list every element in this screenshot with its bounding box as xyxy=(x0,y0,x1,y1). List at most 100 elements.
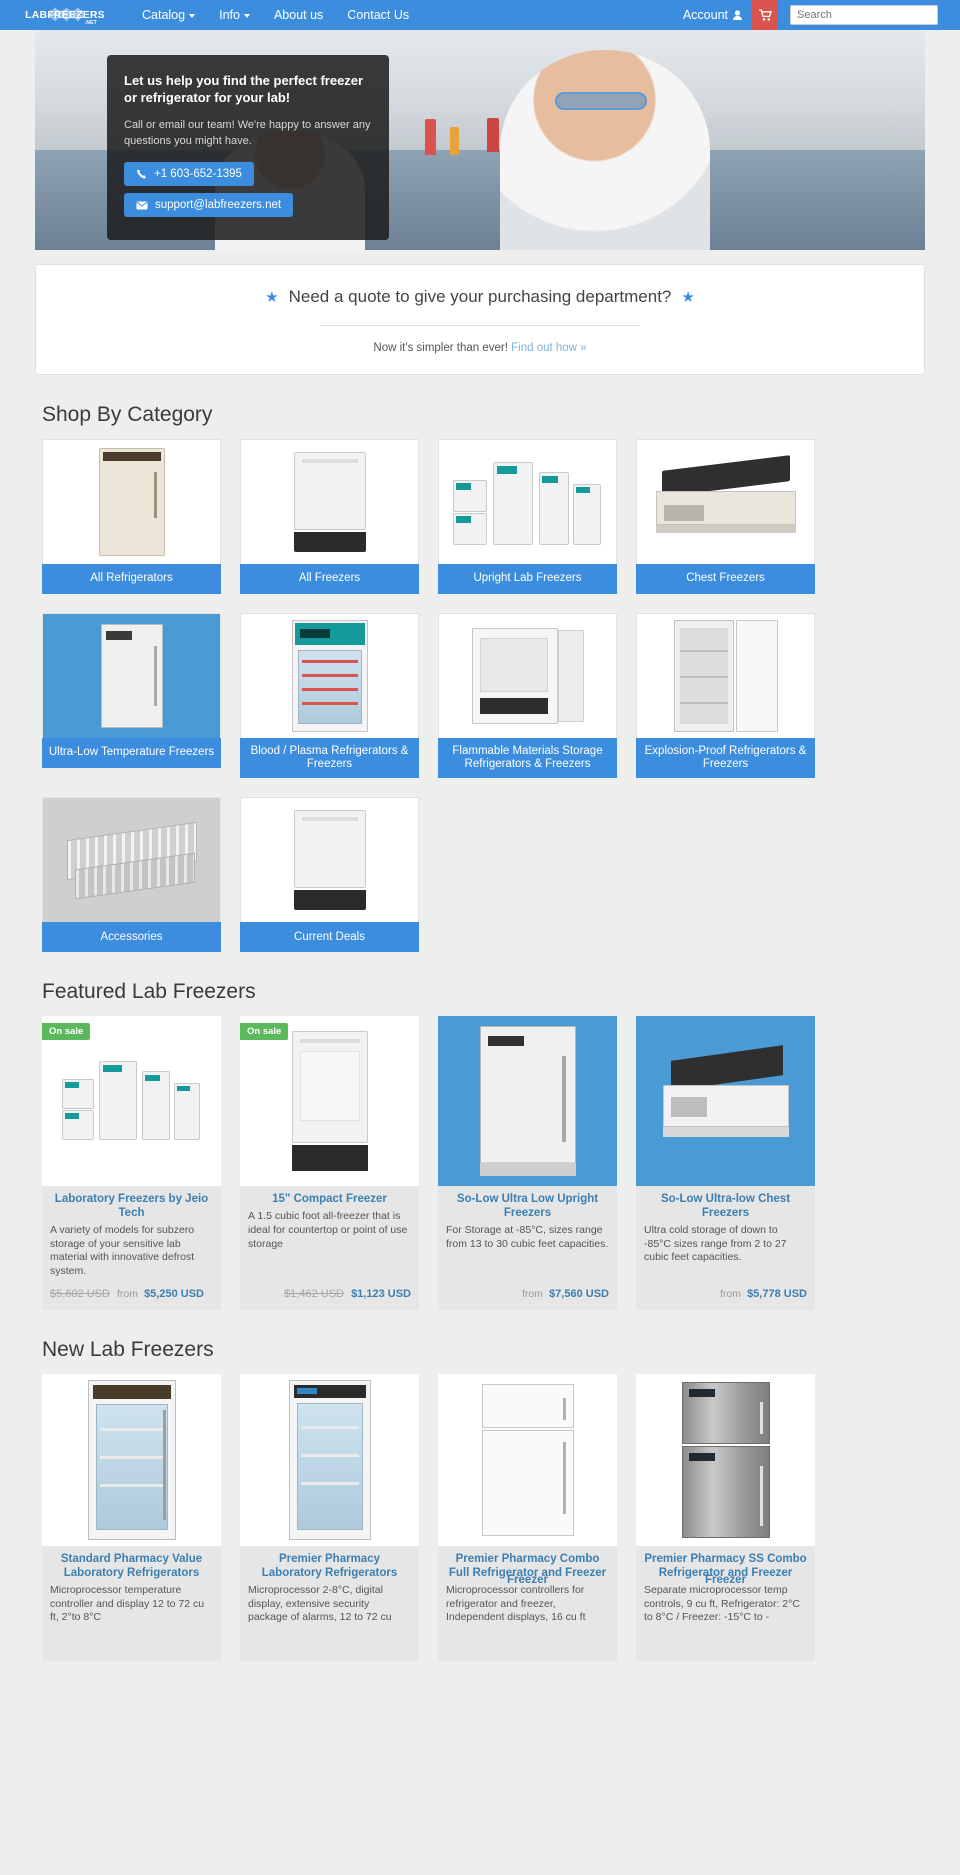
category-button-label[interactable]: Chest Freezers xyxy=(636,564,815,594)
group-teal-illustration xyxy=(61,1051,202,1151)
category-image xyxy=(438,613,617,738)
phone-icon xyxy=(137,169,146,179)
product-image xyxy=(42,1374,221,1547)
category-button-label[interactable]: Flammable Materials Storage Refrigerator… xyxy=(438,738,617,779)
category-cell-ultra-low-temperature-freezers[interactable]: Ultra-Low Temperature Freezers xyxy=(42,613,221,778)
category-image xyxy=(240,439,419,564)
product-image xyxy=(240,1374,419,1547)
hero-email-button[interactable]: support@labfreezers.net xyxy=(124,193,294,218)
product-card[interactable]: Premier Pharmacy SS Combo Refrigerator a… xyxy=(636,1374,815,1662)
hero-section-wrapper: Let us help you find the perfect freezer… xyxy=(0,30,960,250)
product-description: Separate microprocessor temp controls, 9… xyxy=(644,1584,800,1624)
combo-steel-illustration xyxy=(681,1382,770,1539)
chest-open-illustration xyxy=(655,455,796,541)
account-link[interactable]: Account xyxy=(673,0,752,30)
product-title[interactable]: Standard Pharmacy Value Laboratory Refri… xyxy=(50,1553,213,1581)
hero-phone-button[interactable]: +1 603-652-1395 xyxy=(124,162,254,187)
search-input[interactable] xyxy=(790,5,938,25)
product-title[interactable]: 15" Compact Freezer xyxy=(248,1193,411,1207)
cart-button[interactable] xyxy=(752,0,778,30)
category-grid-spacer xyxy=(636,797,815,952)
user-icon xyxy=(733,10,742,20)
category-button-label[interactable]: All Freezers xyxy=(240,564,419,594)
category-image xyxy=(42,797,221,923)
top-navigation-bar: LABFREEZERS ❄❄❄ .NET Catalog Info About … xyxy=(0,0,960,30)
featured-lab-freezers-title: Featured Lab Freezers xyxy=(42,980,256,1004)
category-button-label[interactable]: Accessories xyxy=(42,922,221,953)
category-cell-upright-lab-freezers[interactable]: Upright Lab Freezers xyxy=(438,439,617,594)
product-price-row: from $5,778 USD xyxy=(644,1279,807,1302)
product-price-current: $7,560 USD xyxy=(549,1287,609,1300)
category-button-label[interactable]: Explosion-Proof Refrigerators & Freezers xyxy=(636,738,815,779)
category-cell-blood-plasma-refrigerators-freezers[interactable]: Blood / Plasma Refrigerators & Freezers xyxy=(240,613,419,779)
product-price-from: from xyxy=(720,1287,741,1300)
ult-blue-illustration xyxy=(100,624,163,728)
category-image xyxy=(438,439,617,564)
safety-goggles xyxy=(555,92,647,110)
quote-card: ★ Need a quote to give your purchasing d… xyxy=(35,264,925,375)
category-cell-current-deals[interactable]: Current Deals xyxy=(240,797,419,953)
product-title[interactable]: Laboratory Freezers by Jeio Tech xyxy=(50,1193,213,1221)
category-cell-all-refrigerators[interactable]: All Refrigerators xyxy=(42,439,221,594)
logo-text: LABFREEZERS ❄❄❄ .NET xyxy=(25,7,105,26)
envelope-icon xyxy=(136,201,148,210)
nav-item-info[interactable]: Info xyxy=(207,0,262,30)
glass-door-premier-illustration xyxy=(288,1380,371,1541)
category-button-label[interactable]: All Refrigerators xyxy=(42,564,221,594)
product-price-from: from xyxy=(522,1287,543,1300)
category-button-label[interactable]: Ultra-Low Temperature Freezers xyxy=(42,738,221,768)
product-card[interactable]: Premier Pharmacy Laboratory Refrigerator… xyxy=(240,1374,419,1662)
lab-bottle xyxy=(487,118,499,152)
product-image xyxy=(438,1374,617,1547)
nav-item-about-us[interactable]: About us xyxy=(262,0,335,30)
upright-cream-illustration xyxy=(98,448,165,556)
product-description: A variety of models for subzero storage … xyxy=(50,1224,195,1277)
site-logo[interactable]: LABFREEZERS ❄❄❄ .NET xyxy=(0,0,130,30)
quote-heading-row: ★ Need a quote to give your purchasing d… xyxy=(56,287,904,307)
quote-heading: Need a quote to give your purchasing dep… xyxy=(288,287,672,306)
compact-white-illustration xyxy=(293,452,366,552)
scientist-foreground xyxy=(500,50,710,250)
find-out-how-link[interactable]: Find out how » xyxy=(511,342,586,354)
star-icon: ★ xyxy=(265,289,279,306)
nav-links: Catalog Info About us Contact Us xyxy=(130,0,421,30)
new-lab-freezers-title: New Lab Freezers xyxy=(42,1338,214,1362)
product-title-overlap-text: Freezer xyxy=(507,1574,548,1587)
category-cell-accessories[interactable]: Accessories xyxy=(42,797,221,953)
product-title[interactable]: Premier Pharmacy Laboratory Refrigerator… xyxy=(248,1553,411,1581)
shop-by-category-title: Shop By Category xyxy=(42,403,213,426)
product-card[interactable]: Standard Pharmacy Value Laboratory Refri… xyxy=(42,1374,221,1662)
lab-bottle xyxy=(425,119,436,155)
logo-freezers: FREEZERS xyxy=(47,8,105,21)
glass-door-illustration xyxy=(87,1380,176,1541)
product-card[interactable]: Premier Pharmacy Combo Full Refrigerator… xyxy=(438,1374,617,1662)
category-cell-explosion-proof[interactable]: Explosion-Proof Refrigerators & Freezers xyxy=(636,613,815,779)
product-card[interactable]: So-Low Ultra Low Upright Freezers For St… xyxy=(438,1016,617,1311)
product-description: Microprocessor 2-8°C, digital display, e… xyxy=(248,1584,392,1624)
product-info: So-Low Ultra Low Upright Freezers For St… xyxy=(438,1186,617,1311)
category-image xyxy=(636,439,815,564)
category-cell-flammable-materials-storage[interactable]: Flammable Materials Storage Refrigerator… xyxy=(438,613,617,779)
shelf-rack-illustration xyxy=(57,817,207,903)
product-price-row: $1,462 USD $1,123 USD xyxy=(248,1279,411,1302)
product-price-current: $5,778 USD xyxy=(747,1287,807,1300)
nav-item-catalog-label: Catalog xyxy=(142,8,186,22)
nav-item-contact-us[interactable]: Contact Us xyxy=(335,0,421,30)
product-title[interactable]: So-Low Ultra Low Upright Freezers xyxy=(446,1193,609,1221)
product-card[interactable]: On sale Laboratory Freezers by Jeio Tech… xyxy=(42,1016,221,1311)
product-card[interactable]: So-Low Ultra-low Chest Freezers Ultra co… xyxy=(636,1016,815,1311)
chest-blue-illustration xyxy=(662,1045,789,1149)
product-price-current: $5,250 USD xyxy=(144,1287,204,1300)
category-button-label[interactable]: Current Deals xyxy=(240,922,419,953)
product-title[interactable]: So-Low Ultra-low Chest Freezers xyxy=(644,1193,807,1221)
nav-item-catalog[interactable]: Catalog xyxy=(130,0,207,30)
category-cell-all-freezers[interactable]: All Freezers xyxy=(240,439,419,594)
quote-subtext: Now it's simpler than ever! xyxy=(373,342,508,354)
product-description: A 1.5 cubic foot all-freezer that is ide… xyxy=(248,1210,408,1250)
category-cell-chest-freezers[interactable]: Chest Freezers xyxy=(636,439,815,594)
product-card[interactable]: On sale 15" Compact Freezer A 1.5 cubic … xyxy=(240,1016,419,1311)
product-info: So-Low Ultra-low Chest Freezers Ultra co… xyxy=(636,1186,815,1311)
chevron-down-icon xyxy=(243,13,250,18)
category-button-label[interactable]: Blood / Plasma Refrigerators & Freezers xyxy=(240,738,419,779)
category-button-label[interactable]: Upright Lab Freezers xyxy=(438,564,617,594)
